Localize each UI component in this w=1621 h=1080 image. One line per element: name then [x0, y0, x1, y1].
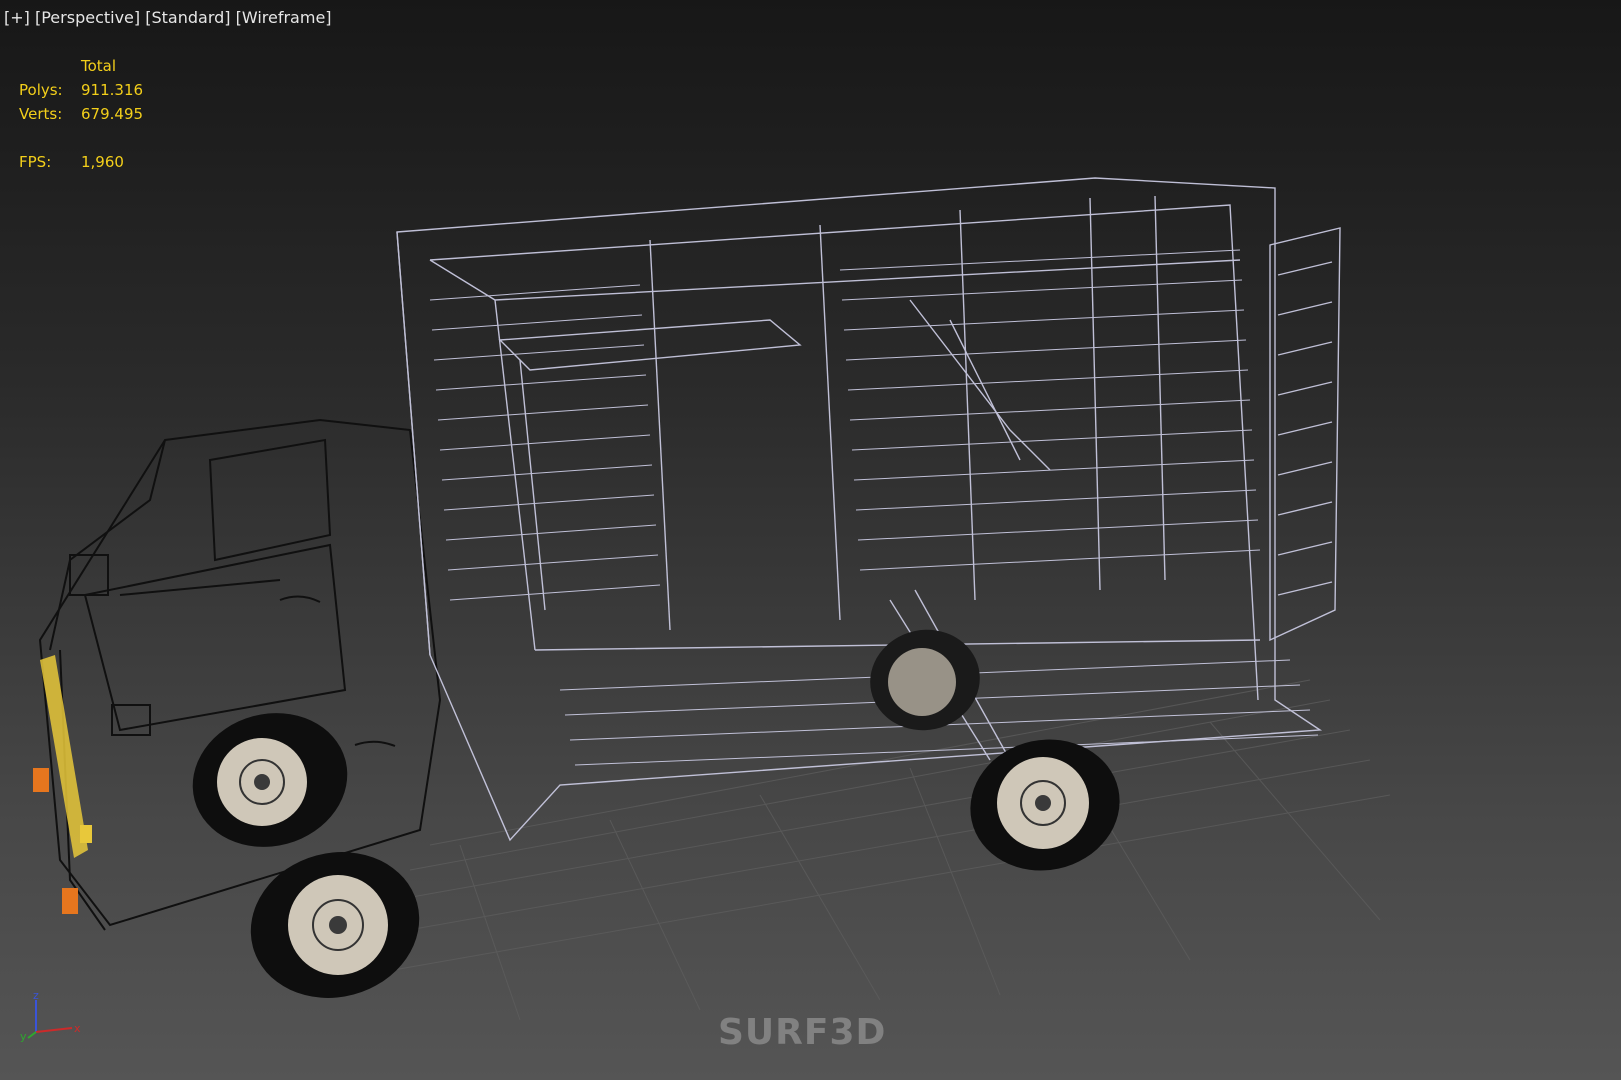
cargo-box-wireframe	[396, 177, 1341, 842]
truck-cab	[38, 418, 442, 931]
verts-value: 679.495	[81, 105, 144, 123]
wheel-rear-inner	[870, 629, 980, 731]
axis-x-label: x	[74, 1022, 81, 1035]
axis-tripod-icon: z x y	[20, 992, 81, 1042]
viewport[interactable]: [+] [Perspective] [Standard] [Wireframe]…	[0, 0, 1621, 1080]
axis-y-label: y	[20, 1030, 27, 1042]
verts-label: Verts:	[19, 105, 63, 123]
wireframe-scene[interactable]	[0, 0, 1621, 1080]
wheel-front-lower	[250, 852, 420, 998]
fps-value: 1,960	[81, 153, 124, 171]
viewport-statistics: Total Polys: 911.316 Verts: 679.495 FPS: 1,…	[19, 54, 143, 174]
ground-grid	[364, 679, 1391, 1021]
stats-header: Total	[81, 57, 117, 75]
polys-value: 911.316	[81, 81, 144, 99]
polys-label: Polys:	[19, 81, 63, 99]
wheel-front-upper	[192, 713, 348, 847]
wheels	[192, 629, 1120, 998]
watermark-logo: SURF3D	[718, 1012, 887, 1053]
viewport-label-menu[interactable]: [+] [Perspective] [Standard] [Wireframe]	[4, 8, 332, 27]
viewport-menu-wireframe[interactable]: [Wireframe]	[236, 8, 332, 27]
viewport-menu-plus[interactable]: [+]	[4, 8, 30, 27]
fps-label: FPS:	[19, 153, 52, 171]
viewport-menu-standard[interactable]: [Standard]	[145, 8, 230, 27]
viewport-menu-perspective[interactable]: [Perspective]	[35, 8, 140, 27]
axis-z-label: z	[33, 992, 39, 1002]
